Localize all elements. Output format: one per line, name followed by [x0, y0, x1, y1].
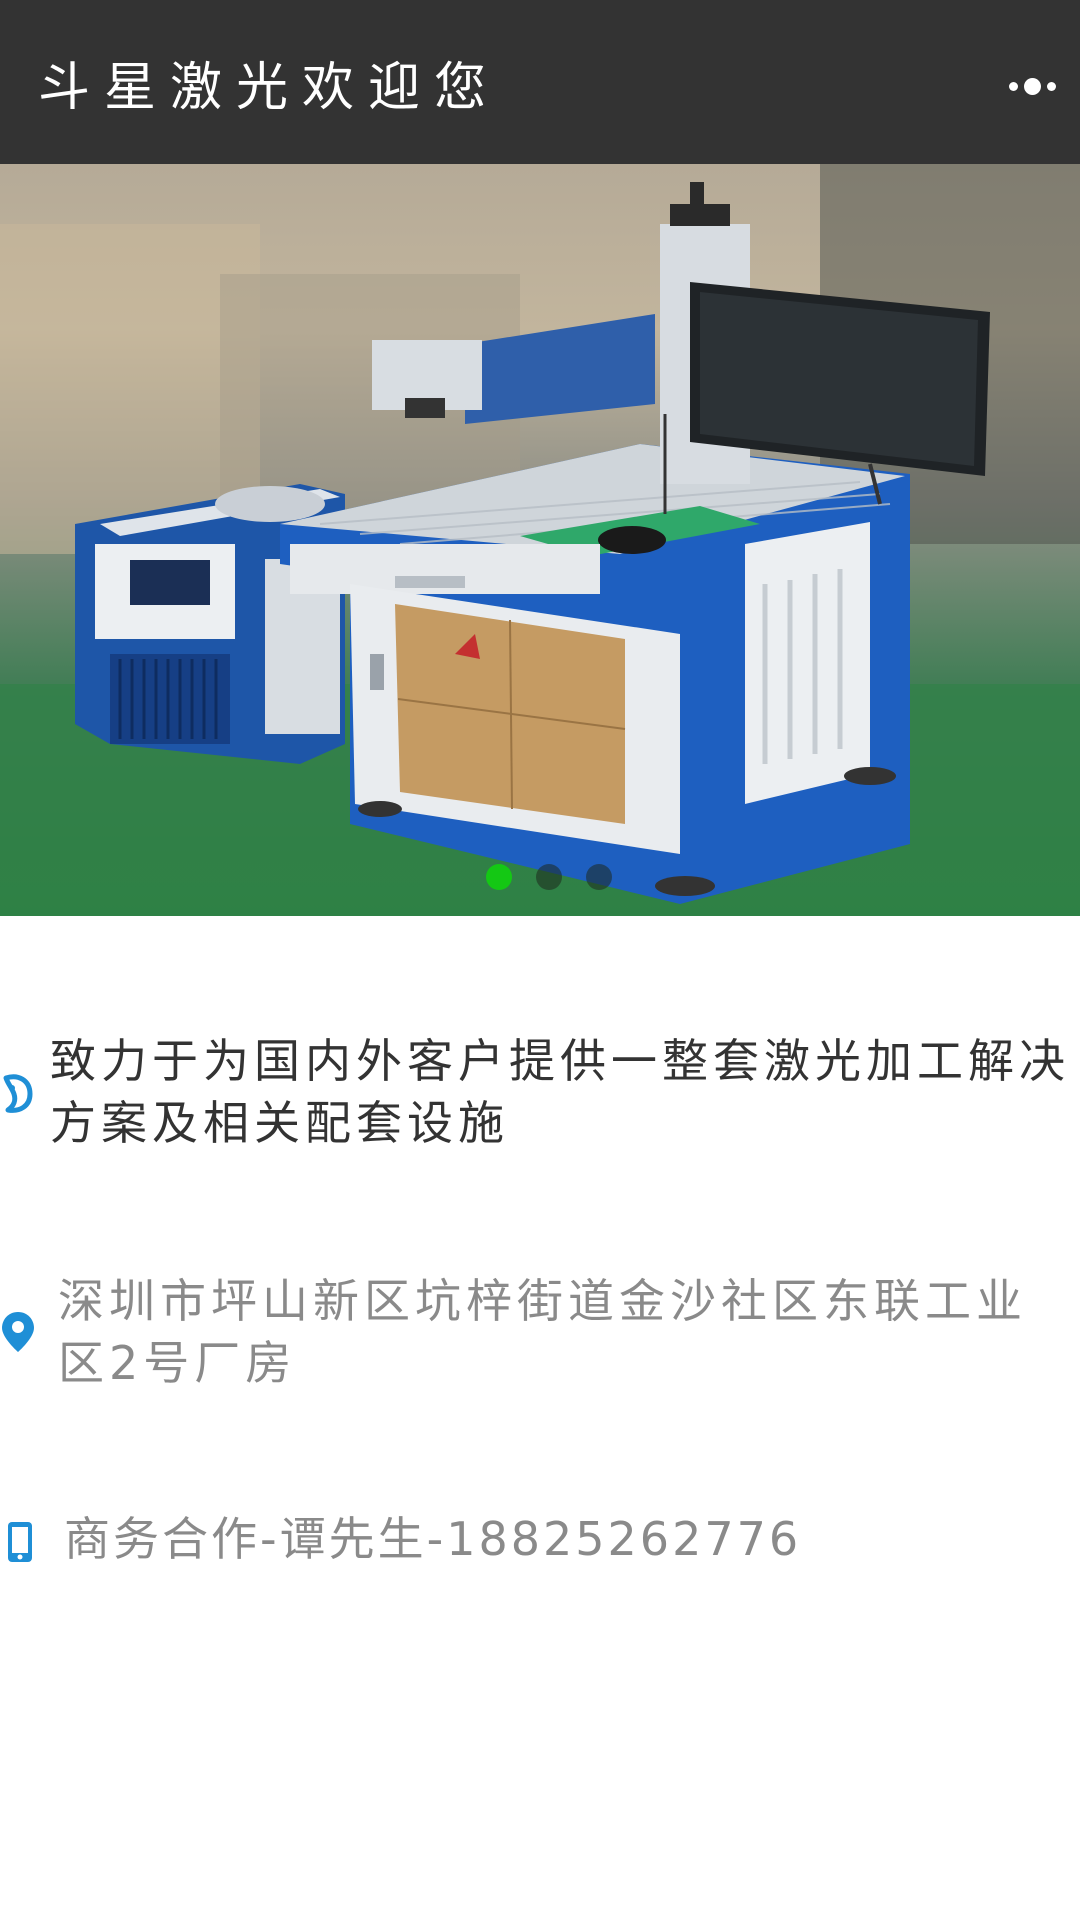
top-bar: 斗星激光欢迎您: [0, 0, 1080, 164]
carousel-dot[interactable]: [586, 864, 612, 890]
carousel-indicators: [486, 864, 612, 890]
menu-dot: [1008, 81, 1018, 91]
page-title: 斗星激光欢迎您: [38, 58, 501, 118]
location-pin-icon: [2, 1312, 34, 1352]
laser-marking-machine-image: [0, 164, 1080, 916]
more-dots-icon[interactable]: [996, 66, 1068, 106]
phone-contact-link[interactable]: 商务合作-谭先生-18825262776: [64, 1508, 1064, 1570]
address-text: 深圳市坪山新区坑梓街道金沙社区东联工业区2号厂房: [58, 1274, 1027, 1390]
menu-dot: [1023, 77, 1041, 95]
slogan-text: 致力于为国内外客户提供一整套激光加工解决方案及相关配套设施: [50, 1034, 1070, 1150]
carousel-dot-active[interactable]: [486, 864, 512, 890]
chat-bubble-icon: [3, 1074, 33, 1113]
banner-carousel[interactable]: [0, 164, 1080, 916]
mobile-phone-icon: [8, 1522, 32, 1562]
menu-dot: [1046, 81, 1056, 91]
carousel-dot[interactable]: [536, 864, 562, 890]
